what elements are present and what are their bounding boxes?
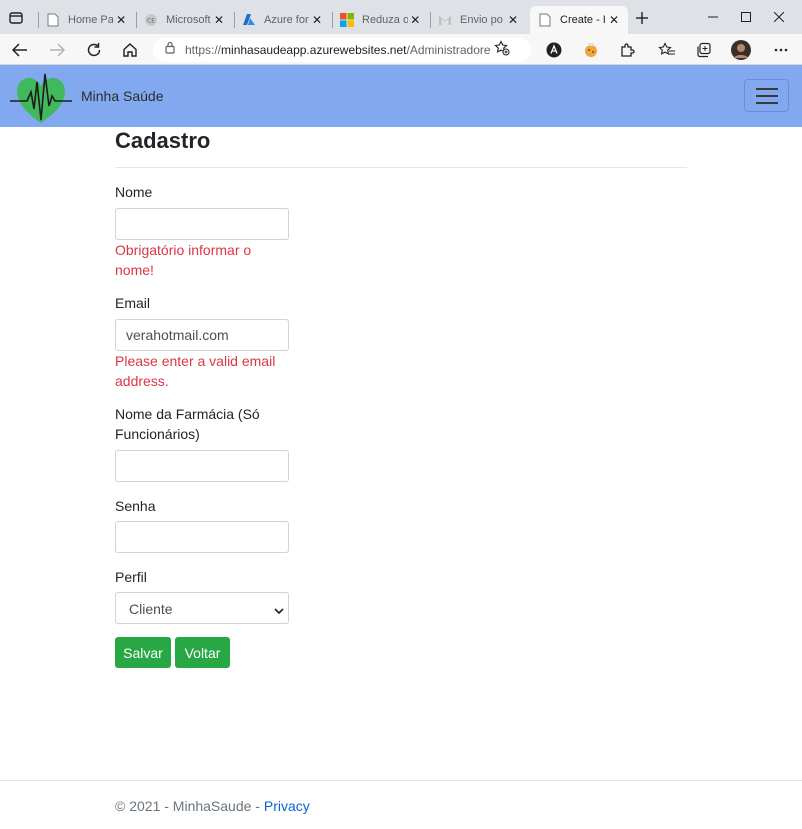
close-tab-icon[interactable]: ✕	[309, 12, 325, 28]
browser-tab[interactable]: Azure for ✕	[234, 6, 331, 34]
app-navbar: Minha Saúde	[0, 65, 802, 127]
privacy-link[interactable]: Privacy	[264, 798, 310, 814]
browser-tab[interactable]: Reduza o ✕	[332, 6, 429, 34]
close-tab-icon[interactable]: ✕	[606, 12, 622, 28]
microsoft-icon: CE	[144, 13, 158, 27]
lock-icon[interactable]	[165, 41, 175, 59]
email-input[interactable]	[115, 319, 289, 351]
url-text: https://minhasaudeapp.azurewebsites.net/…	[185, 43, 490, 57]
close-tab-icon[interactable]: ✕	[211, 12, 227, 28]
farmacia-input[interactable]	[115, 450, 289, 482]
gmail-icon	[438, 13, 452, 27]
heart-pulse-logo-icon[interactable]	[10, 70, 72, 124]
perfil-label: Perfil	[115, 569, 147, 585]
email-error: Please enter a valid email address.	[115, 353, 276, 389]
tab-actions-icon[interactable]	[6, 8, 26, 28]
footer-divider	[0, 780, 802, 781]
nome-input[interactable]	[115, 208, 289, 240]
forward-arrow-icon[interactable]	[46, 39, 68, 61]
browser-tab-active[interactable]: Create - I ✕	[530, 6, 628, 34]
email-label: Email	[115, 295, 151, 311]
perfil-select[interactable]: Cliente	[115, 592, 289, 624]
divider	[115, 167, 687, 168]
home-icon[interactable]	[119, 39, 141, 61]
back-arrow-icon[interactable]	[9, 39, 31, 61]
microsoft-store-icon	[340, 13, 354, 27]
tab-title: Azure for	[264, 14, 309, 26]
browser-tab-strip: Home Pa ✕ CE Microsoft ✕ Azure for ✕ Red…	[0, 0, 802, 34]
footer-copyright: © 2021 - MinhaSaude -	[115, 798, 264, 814]
window-close-icon[interactable]	[756, 6, 802, 28]
refresh-icon[interactable]	[83, 39, 105, 61]
page-icon	[46, 13, 60, 27]
address-bar[interactable]: https://minhasaudeapp.azurewebsites.net/…	[153, 38, 531, 62]
tab-title: Microsoft	[166, 14, 211, 26]
extensions-puzzle-icon[interactable]	[616, 39, 638, 61]
perfil-selected-value: Cliente	[129, 601, 173, 617]
senha-label: Senha	[115, 498, 156, 514]
favorites-icon[interactable]	[656, 39, 678, 61]
nome-label: Nome	[115, 184, 153, 200]
close-tab-icon[interactable]: ✕	[408, 12, 423, 28]
farmacia-label: Nome da Farmácia (Só Funcionários)	[115, 406, 260, 442]
hamburger-menu-button[interactable]	[744, 79, 789, 112]
azure-icon	[242, 13, 256, 27]
close-tab-icon[interactable]: ✕	[113, 12, 129, 28]
new-tab-button[interactable]	[633, 9, 651, 27]
nome-error: Obrigatório informar o nome!	[115, 242, 252, 278]
footer: © 2021 - MinhaSaude - Privacy	[115, 798, 310, 814]
tab-title: Create - I	[560, 14, 606, 26]
page-title: Cadastro	[115, 128, 211, 153]
chevron-down-icon	[274, 603, 284, 615]
extension-a-icon[interactable]	[543, 39, 565, 61]
tab-title: Reduza o	[362, 14, 408, 26]
close-tab-icon[interactable]: ✕	[505, 12, 521, 28]
extension-cookie-icon[interactable]	[580, 39, 602, 61]
svg-text:CE: CE	[147, 18, 155, 25]
senha-input[interactable]	[115, 521, 289, 553]
browser-tab[interactable]: CE Microsoft ✕	[136, 6, 233, 34]
page-icon	[538, 13, 552, 27]
browser-toolbar: https://minhasaudeapp.azurewebsites.net/…	[0, 34, 802, 65]
more-menu-icon[interactable]	[770, 39, 792, 61]
browser-tab[interactable]: Envio po ✕	[430, 6, 527, 34]
back-button[interactable]: Voltar	[175, 637, 230, 668]
browser-tab[interactable]: Home Pa ✕	[38, 6, 135, 34]
profile-avatar[interactable]	[730, 39, 752, 61]
brand-name[interactable]: Minha Saúde	[81, 88, 164, 104]
tab-title: Envio po	[460, 14, 503, 26]
tab-title: Home Pa	[68, 14, 114, 26]
save-button[interactable]: Salvar	[115, 637, 171, 668]
add-favorite-icon[interactable]	[494, 39, 510, 61]
collections-icon[interactable]	[693, 39, 715, 61]
